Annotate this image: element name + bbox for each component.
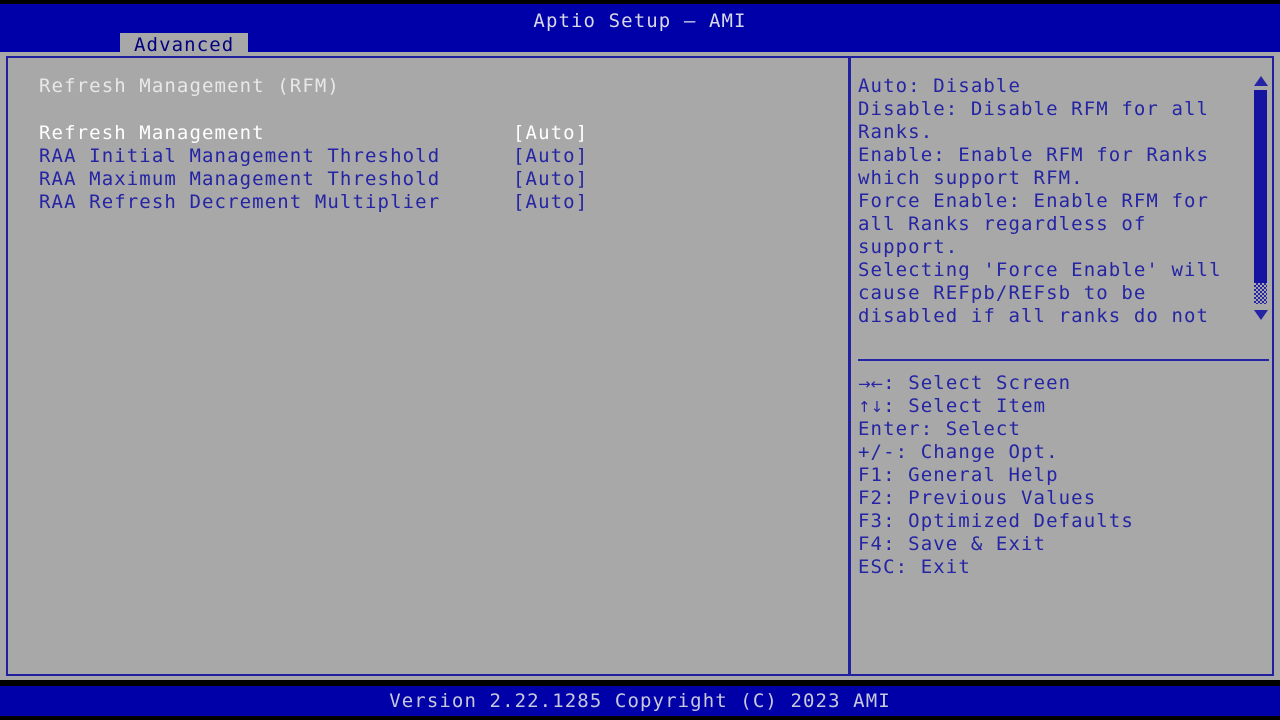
key-legend: →←: Select Screen ↑↓: Select Item Enter:… [858, 372, 1258, 579]
legend-text: : General Help [883, 464, 1059, 486]
legend-text: : Change Opt. [896, 441, 1059, 463]
help-line: Ranks. [858, 121, 1248, 144]
legend-line-change-opt: +/-: Change Opt. [858, 441, 1258, 464]
legend-line-f3: F3: Optimized Defaults [858, 510, 1258, 533]
help-line: Selecting 'Force Enable' will [858, 259, 1248, 282]
scrollbar-thumb[interactable] [1254, 90, 1267, 283]
legend-line-select-item: ↑↓: Select Item [858, 395, 1258, 418]
legend-key: Enter [858, 418, 921, 440]
setting-value[interactable]: [Auto] [513, 122, 588, 144]
help-description: Auto: Disable Disable: Disable RFM for a… [858, 75, 1248, 328]
setting-value[interactable]: [Auto] [513, 145, 588, 167]
bios-setup-screen: Aptio Setup – AMI Advanced Refresh Manag… [0, 0, 1280, 720]
setting-label: RAA Maximum Management Threshold [39, 168, 440, 190]
setting-row-raa-refresh-decrement-multiplier[interactable]: RAA Refresh Decrement Multiplier [Auto] [8, 191, 848, 214]
legend-line-esc: ESC: Exit [858, 556, 1258, 579]
help-line: which support RFM. [858, 167, 1248, 190]
help-line: support. [858, 236, 1248, 259]
legend-line-f4: F4: Save & Exit [858, 533, 1258, 556]
help-line: Auto: Disable [858, 75, 1248, 98]
page-title: Aptio Setup – AMI [0, 10, 1280, 32]
legend-line-f2: F2: Previous Values [858, 487, 1258, 510]
setting-label: RAA Initial Management Threshold [39, 145, 440, 167]
legend-text: : Save & Exit [883, 533, 1046, 555]
legend-text: : Select [921, 418, 1021, 440]
setting-value[interactable]: [Auto] [513, 168, 588, 190]
help-line: Force Enable: Enable RFM for [858, 190, 1248, 213]
scrollbar-track[interactable] [1254, 283, 1267, 304]
setting-row-raa-initial-management-threshold[interactable]: RAA Initial Management Threshold [Auto] [8, 145, 848, 168]
help-line: Disable: Disable RFM for all [858, 98, 1248, 121]
section-title: Refresh Management (RFM) [39, 75, 340, 97]
legend-line-enter: Enter: Select [858, 418, 1258, 441]
help-line: all Ranks regardless of [858, 213, 1248, 236]
legend-text: : Select Item [883, 395, 1046, 417]
setting-row-refresh-management[interactable]: Refresh Management [Auto] [8, 122, 848, 145]
legend-line-f1: F1: General Help [858, 464, 1258, 487]
version-text: Version 2.22.1285 Copyright (C) 2023 AMI [0, 690, 1280, 712]
setting-value[interactable]: [Auto] [513, 191, 588, 213]
legend-text: : Previous Values [883, 487, 1096, 509]
legend-key: +/- [858, 441, 896, 463]
setting-label: Refresh Management [39, 122, 265, 144]
setting-label: RAA Refresh Decrement Multiplier [39, 191, 440, 213]
legend-key: F4 [858, 533, 883, 555]
legend-key: F2 [858, 487, 883, 509]
legend-key: ESC [858, 556, 896, 578]
help-line: disabled if all ranks do not [858, 305, 1248, 328]
help-scrollbar[interactable] [1252, 74, 1269, 322]
settings-list: Refresh Management [Auto] RAA Initial Ma… [8, 122, 848, 214]
triangle-down-icon[interactable] [1254, 310, 1268, 320]
legend-key: F3 [858, 510, 883, 532]
setting-row-raa-maximum-management-threshold[interactable]: RAA Maximum Management Threshold [Auto] [8, 168, 848, 191]
arrow-left-right-icon: →← [858, 375, 883, 393]
title-bar: Aptio Setup – AMI Advanced [0, 4, 1280, 52]
help-line: cause REFpb/REFsb to be [858, 282, 1248, 305]
help-separator [858, 359, 1269, 361]
triangle-up-icon[interactable] [1254, 76, 1268, 86]
legend-text: : Optimized Defaults [883, 510, 1134, 532]
arrow-up-down-icon: ↑↓ [858, 398, 883, 416]
status-bar: Version 2.22.1285 Copyright (C) 2023 AMI [0, 686, 1280, 716]
legend-line-select-screen: →←: Select Screen [858, 372, 1258, 395]
settings-panel: Refresh Management (RFM) Refresh Managem… [8, 58, 848, 674]
legend-key: F1 [858, 464, 883, 486]
help-panel: Auto: Disable Disable: Disable RFM for a… [851, 58, 1274, 674]
legend-text: : Exit [896, 556, 971, 578]
help-line: Enable: Enable RFM for Ranks [858, 144, 1248, 167]
legend-text: : Select Screen [883, 372, 1071, 394]
